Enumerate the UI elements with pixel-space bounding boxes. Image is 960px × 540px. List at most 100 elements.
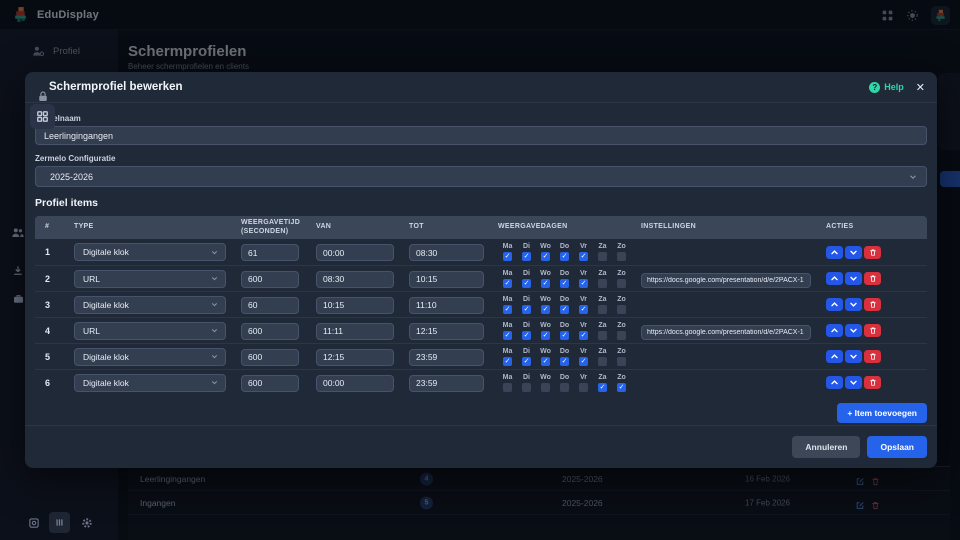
move-up-button[interactable] xyxy=(826,350,843,363)
display-seconds-input[interactable] xyxy=(241,297,299,314)
day-checkbox-za[interactable] xyxy=(598,331,607,340)
help-link[interactable]: ? Help xyxy=(869,82,904,93)
item-type-select[interactable]: Digitale klok xyxy=(74,243,226,261)
delete-item-button[interactable] xyxy=(864,324,881,337)
display-seconds-input[interactable] xyxy=(241,349,299,366)
day-checkbox-za[interactable] xyxy=(598,279,607,288)
to-time-input[interactable] xyxy=(409,323,484,340)
move-down-button[interactable] xyxy=(845,298,862,311)
item-type-select[interactable]: Digitale klok xyxy=(74,296,226,314)
day-checkbox-za[interactable] xyxy=(598,357,607,366)
to-time-input[interactable] xyxy=(409,244,484,261)
day-checkbox-di[interactable]: ✓ xyxy=(522,357,531,366)
users-icon[interactable] xyxy=(11,226,25,240)
day-checkbox-za[interactable]: ✓ xyxy=(598,383,607,392)
day-checkbox-di[interactable]: ✓ xyxy=(522,305,531,314)
move-up-button[interactable] xyxy=(826,298,843,311)
display-seconds-input[interactable] xyxy=(241,323,299,340)
display-seconds-input[interactable] xyxy=(241,375,299,392)
day-checkbox-wo[interactable]: ✓ xyxy=(541,305,550,314)
from-time-input[interactable] xyxy=(316,297,394,314)
delete-item-button[interactable] xyxy=(864,376,881,389)
day-checkbox-vr[interactable]: ✓ xyxy=(579,357,588,366)
move-up-button[interactable] xyxy=(826,272,843,285)
cancel-button[interactable]: Annuleren xyxy=(792,436,860,458)
settings-url-input[interactable] xyxy=(641,273,811,288)
from-time-input[interactable] xyxy=(316,244,394,261)
close-icon[interactable]: ✕ xyxy=(916,81,925,94)
settings-url-input[interactable] xyxy=(641,325,811,340)
day-checkbox-wo[interactable]: ✓ xyxy=(541,252,550,261)
day-checkbox-zo[interactable] xyxy=(617,252,626,261)
day-checkbox-za[interactable] xyxy=(598,252,607,261)
day-checkbox-ma[interactable]: ✓ xyxy=(503,305,512,314)
day-checkbox-zo[interactable] xyxy=(617,279,626,288)
zermelo-config-select[interactable]: 2025-2026 xyxy=(35,166,927,187)
add-item-button[interactable]: + Item toevoegen xyxy=(837,403,927,423)
to-time-input[interactable] xyxy=(409,297,484,314)
to-time-input[interactable] xyxy=(409,349,484,366)
day-checkbox-ma[interactable]: ✓ xyxy=(503,252,512,261)
day-checkbox-di[interactable]: ✓ xyxy=(522,252,531,261)
day-checkbox-di[interactable]: ✓ xyxy=(522,331,531,340)
item-type-select[interactable]: Digitale klok xyxy=(74,348,226,366)
day-checkbox-wo[interactable]: ✓ xyxy=(541,279,550,288)
day-checkbox-ma[interactable]: ✓ xyxy=(503,331,512,340)
day-checkbox-do[interactable]: ✓ xyxy=(560,331,569,340)
item-type-select[interactable]: Digitale klok xyxy=(74,374,226,392)
move-down-button[interactable] xyxy=(845,246,862,259)
day-checkbox-ma[interactable]: ✓ xyxy=(503,357,512,366)
day-checkbox-vr[interactable]: ✓ xyxy=(579,331,588,340)
day-checkbox-ma[interactable] xyxy=(503,383,512,392)
day-checkbox-do[interactable] xyxy=(560,383,569,392)
profile-name-input[interactable] xyxy=(35,126,927,145)
from-time-input[interactable] xyxy=(316,375,394,392)
save-button[interactable]: Opslaan xyxy=(867,436,927,458)
day-checkbox-do[interactable]: ✓ xyxy=(560,279,569,288)
move-down-button[interactable] xyxy=(845,324,862,337)
delete-item-button[interactable] xyxy=(864,350,881,363)
day-checkbox-zo[interactable]: ✓ xyxy=(617,383,626,392)
day-checkbox-do[interactable]: ✓ xyxy=(560,357,569,366)
move-down-button[interactable] xyxy=(845,376,862,389)
to-time-input[interactable] xyxy=(409,271,484,288)
move-down-button[interactable] xyxy=(845,350,862,363)
delete-item-button[interactable] xyxy=(864,298,881,311)
day-checkbox-za[interactable] xyxy=(598,305,607,314)
gear-icon[interactable] xyxy=(81,517,93,529)
grid-nav-icon[interactable] xyxy=(36,110,49,123)
display-seconds-input[interactable] xyxy=(241,244,299,261)
day-checkbox-zo[interactable] xyxy=(617,357,626,366)
move-up-button[interactable] xyxy=(826,376,843,389)
columns-toggle[interactable] xyxy=(49,512,70,533)
day-checkbox-vr[interactable] xyxy=(579,383,588,392)
day-checkbox-wo[interactable] xyxy=(541,383,550,392)
day-checkbox-wo[interactable]: ✓ xyxy=(541,331,550,340)
day-checkbox-vr[interactable]: ✓ xyxy=(579,279,588,288)
move-down-button[interactable] xyxy=(845,272,862,285)
from-time-input[interactable] xyxy=(316,349,394,366)
day-checkbox-wo[interactable]: ✓ xyxy=(541,357,550,366)
day-checkbox-vr[interactable]: ✓ xyxy=(579,305,588,314)
briefcase-icon[interactable] xyxy=(12,293,25,305)
settings-box-icon[interactable] xyxy=(28,517,40,529)
from-time-input[interactable] xyxy=(316,323,394,340)
move-up-button[interactable] xyxy=(826,246,843,259)
from-time-input[interactable] xyxy=(316,271,394,288)
day-checkbox-zo[interactable] xyxy=(617,331,626,340)
day-checkbox-zo[interactable] xyxy=(617,305,626,314)
item-type-select[interactable]: URL xyxy=(74,270,226,288)
download-icon[interactable] xyxy=(12,264,24,277)
delete-item-button[interactable] xyxy=(864,246,881,259)
display-seconds-input[interactable] xyxy=(241,271,299,288)
item-type-select[interactable]: URL xyxy=(74,322,226,340)
move-up-button[interactable] xyxy=(826,324,843,337)
to-time-input[interactable] xyxy=(409,375,484,392)
day-checkbox-vr[interactable]: ✓ xyxy=(579,252,588,261)
day-checkbox-di[interactable] xyxy=(522,383,531,392)
delete-item-button[interactable] xyxy=(864,272,881,285)
day-checkbox-do[interactable]: ✓ xyxy=(560,305,569,314)
lock-icon[interactable] xyxy=(37,90,49,103)
day-checkbox-ma[interactable]: ✓ xyxy=(503,279,512,288)
day-checkbox-di[interactable]: ✓ xyxy=(522,279,531,288)
